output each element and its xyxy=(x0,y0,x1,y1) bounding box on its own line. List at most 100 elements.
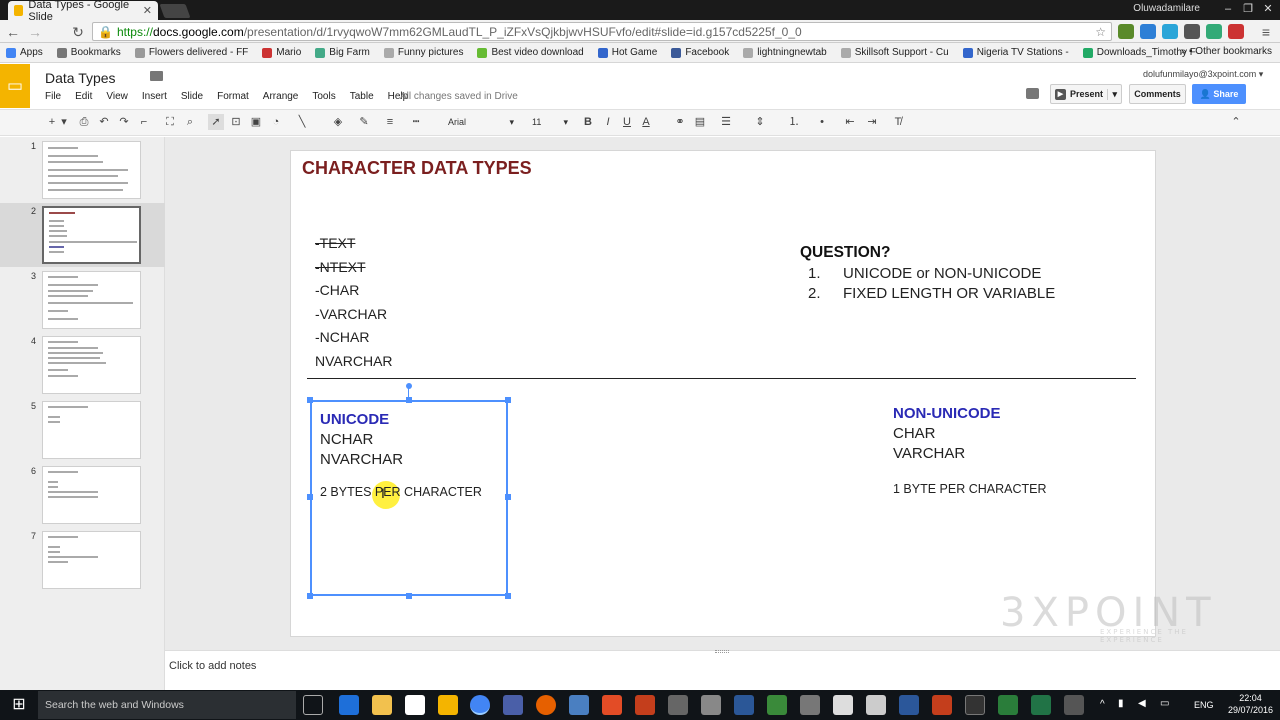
undo-icon[interactable]: ↶ xyxy=(96,114,112,130)
zoom-fit-icon[interactable]: ⛶ xyxy=(162,114,178,130)
slide-thumbnail-6[interactable] xyxy=(42,466,141,524)
resize-handle[interactable] xyxy=(505,593,511,599)
word-icon[interactable] xyxy=(899,695,919,715)
slides-logo-icon[interactable]: ▭ xyxy=(0,64,30,108)
menu-arrange[interactable]: Arrange xyxy=(263,91,299,102)
resize-handle[interactable] xyxy=(505,494,511,500)
new-slide-dropdown-icon[interactable]: ▾ xyxy=(60,114,68,130)
app-icon[interactable] xyxy=(767,695,787,715)
excel-icon[interactable] xyxy=(1031,695,1051,715)
menu-edit[interactable]: Edit xyxy=(75,91,92,102)
task-view-icon[interactable] xyxy=(303,695,323,715)
bookmark-item[interactable]: Flowers delivered - FF xyxy=(134,47,248,58)
text-box-icon[interactable]: ⊡ xyxy=(228,114,244,130)
bookmark-item[interactable]: Mario xyxy=(262,47,301,58)
collapse-toolbar-icon[interactable]: ⌃ xyxy=(1228,114,1244,130)
notes-resize-handle[interactable] xyxy=(715,650,729,653)
border-weight-icon[interactable]: ≡ xyxy=(382,114,398,130)
font-size-select[interactable]: 11 ▾ xyxy=(532,114,568,131)
extension-icon[interactable] xyxy=(1184,24,1200,39)
clear-formatting-icon[interactable]: T̸ xyxy=(890,114,906,130)
file-explorer-icon[interactable] xyxy=(372,695,392,715)
extension-icon[interactable] xyxy=(1140,24,1156,39)
app-icon[interactable] xyxy=(668,695,688,715)
store-icon[interactable] xyxy=(405,695,425,715)
bookmark-apps[interactable]: Apps xyxy=(6,47,43,58)
bookmark-item[interactable]: Bookmarks xyxy=(56,47,121,58)
other-bookmarks[interactable]: » ▪ Other bookmarks xyxy=(1181,46,1272,57)
paint-format-icon[interactable]: ⌐ xyxy=(136,114,152,130)
menu-slide[interactable]: Slide xyxy=(181,91,203,102)
firefox-icon[interactable] xyxy=(536,695,556,715)
app-icon[interactable] xyxy=(438,695,458,715)
taskbar-search[interactable]: Search the web and Windows xyxy=(38,691,296,719)
divider-line[interactable] xyxy=(307,378,1136,379)
increase-indent-icon[interactable]: ⇥ xyxy=(864,114,880,130)
extension-icon[interactable] xyxy=(1228,24,1244,39)
chrome-icon[interactable] xyxy=(470,695,490,715)
app-icon[interactable] xyxy=(800,695,820,715)
extension-icon[interactable] xyxy=(1206,24,1222,39)
border-color-icon[interactable]: ✎ xyxy=(356,114,372,130)
bookmark-item[interactable]: Hot Game xyxy=(597,47,657,58)
bookmark-item[interactable]: lightningnewtab xyxy=(743,47,827,58)
url-bar[interactable]: 🔒 https://docs.google.com/presentation/d… xyxy=(92,22,1112,41)
zoom-icon[interactable]: ⌕ xyxy=(182,114,198,130)
app-icon[interactable] xyxy=(932,695,952,715)
resize-handle[interactable] xyxy=(505,397,511,403)
menu-view[interactable]: View xyxy=(106,91,128,102)
align-icon[interactable]: ☰ xyxy=(718,114,734,130)
close-tab-icon[interactable]: ✕ xyxy=(143,4,152,17)
powerpoint-icon[interactable] xyxy=(635,695,655,715)
reload-icon[interactable]: ↻ xyxy=(68,22,88,42)
app-icon[interactable] xyxy=(965,695,985,715)
app-icon[interactable] xyxy=(734,695,754,715)
new-tab-button[interactable] xyxy=(159,4,191,18)
menu-insert[interactable]: Insert xyxy=(142,91,167,102)
resize-handle[interactable] xyxy=(307,494,313,500)
volume-icon[interactable]: ◀ xyxy=(1138,698,1146,709)
slide-title[interactable]: CHARACTER DATA TYPES xyxy=(302,158,532,179)
slide-thumbnail-7[interactable] xyxy=(42,531,141,589)
numbered-list-icon[interactable]: ⒈ xyxy=(786,114,802,130)
present-button[interactable]: ▶ Present ▾ xyxy=(1050,84,1122,104)
italic-icon[interactable]: I xyxy=(600,114,616,130)
extension-icon[interactable] xyxy=(1118,24,1134,39)
network-icon[interactable]: ▮ xyxy=(1118,698,1124,709)
rotate-handle[interactable] xyxy=(406,383,412,389)
unicode-bytes[interactable]: 2 BYTES PER CHARACTER xyxy=(320,485,482,499)
comment-history-icon[interactable] xyxy=(1026,88,1039,99)
line-icon[interactable]: ╲ xyxy=(294,114,310,130)
app-icon[interactable] xyxy=(833,695,853,715)
print-icon[interactable]: ⎙ xyxy=(76,114,92,130)
decrease-indent-icon[interactable]: ⇤ xyxy=(842,114,858,130)
forward-arrow-icon[interactable]: → xyxy=(25,22,45,42)
bookmark-item[interactable]: Skillsoft Support - Cu xyxy=(840,47,949,58)
question-heading[interactable]: QUESTION? xyxy=(800,244,890,262)
save-status[interactable]: All changes saved in Drive xyxy=(400,91,518,102)
menu-file[interactable]: File xyxy=(45,91,61,102)
new-slide-icon[interactable]: + xyxy=(44,114,60,130)
text-color-icon[interactable]: A xyxy=(638,114,654,130)
menu-format[interactable]: Format xyxy=(217,91,249,102)
unicode-block[interactable]: UNICODE NCHAR NVARCHAR xyxy=(320,410,403,470)
image-icon[interactable]: ▣ xyxy=(248,114,264,130)
bookmark-item[interactable]: Big Farm xyxy=(315,47,370,58)
non-unicode-block[interactable]: NON-UNICODE CHAR VARCHAR xyxy=(893,404,1001,464)
browser-tab[interactable]: Data Types - Google Slide ✕ xyxy=(8,0,158,23)
folder-icon[interactable] xyxy=(150,71,163,81)
resize-handle[interactable] xyxy=(307,397,313,403)
bookmark-item[interactable]: Funny pictures xyxy=(383,47,463,58)
maximize-icon[interactable]: ❐ xyxy=(1238,0,1258,18)
app-icon[interactable] xyxy=(866,695,886,715)
resize-handle[interactable] xyxy=(307,593,313,599)
notes-placeholder[interactable]: Click to add notes xyxy=(169,660,256,672)
slide-thumbnail-3[interactable] xyxy=(42,271,141,329)
shape-icon[interactable]: ◔ xyxy=(268,114,284,130)
app-icon[interactable] xyxy=(701,695,721,715)
non-unicode-bytes[interactable]: 1 BYTE PER CHARACTER xyxy=(893,482,1047,496)
comments-button[interactable]: Comments xyxy=(1129,84,1186,104)
tray-up-arrow-icon[interactable]: ^ xyxy=(1100,699,1105,710)
slide-thumbnail-2[interactable] xyxy=(42,206,141,264)
link-icon[interactable]: ⚭ xyxy=(672,114,688,130)
